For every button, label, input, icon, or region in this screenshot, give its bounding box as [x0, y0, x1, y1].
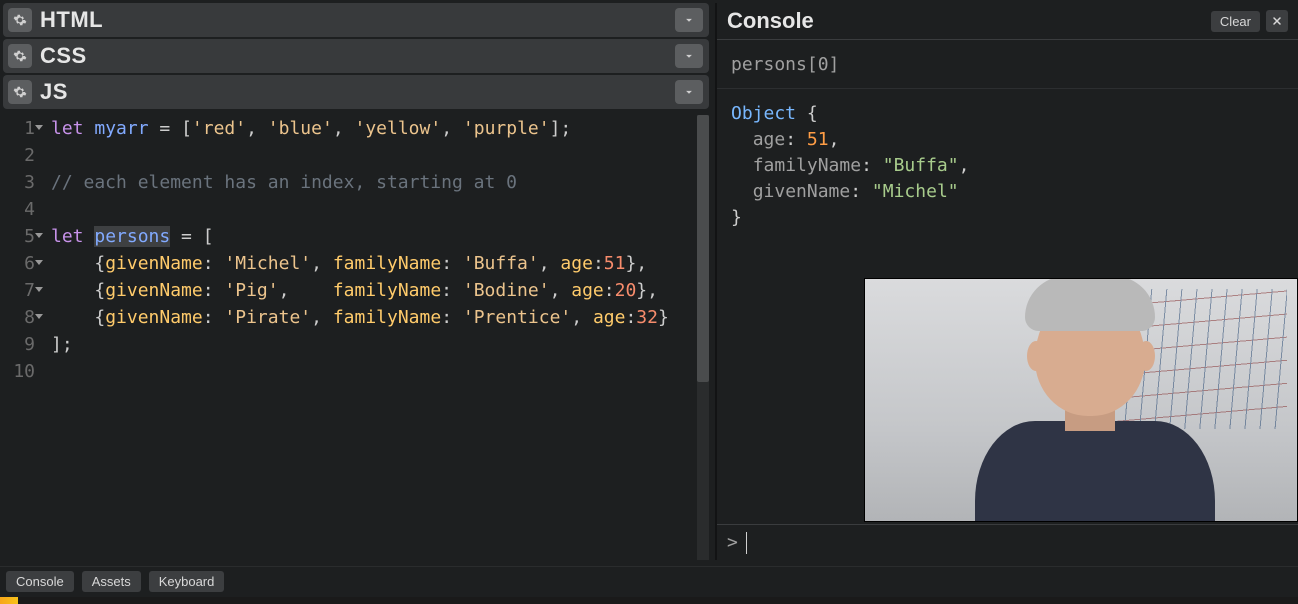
footer-bar: Console Assets Keyboard — [0, 566, 1298, 596]
close-icon — [1271, 15, 1283, 27]
chevron-down-icon[interactable] — [675, 80, 703, 104]
js-editor[interactable]: 1 2 3 4 5 6 7 8 9 10 let myarr = ['red',… — [3, 111, 709, 560]
editor-scrollbar[interactable] — [697, 115, 709, 560]
html-panel-header[interactable]: HTML — [3, 3, 709, 37]
webcam-overlay[interactable] — [864, 278, 1298, 522]
editor-column: HTML CSS JS 1 2 — [3, 3, 709, 560]
console-output: Object { age: 51, familyName: "Buffa", g… — [717, 89, 1298, 243]
js-panel-title: JS — [40, 79, 68, 105]
console-input[interactable]: > — [717, 524, 1298, 560]
js-panel-header[interactable]: JS — [3, 75, 709, 109]
console-title: Console — [727, 8, 1211, 34]
code-content[interactable]: let myarr = ['red', 'blue', 'yellow', 'p… — [41, 115, 697, 560]
footer-assets-button[interactable]: Assets — [82, 571, 141, 592]
prompt-caret: > — [727, 530, 738, 556]
html-panel-title: HTML — [40, 7, 103, 33]
video-progress[interactable] — [0, 597, 1298, 604]
gear-icon[interactable] — [8, 80, 32, 104]
console-command: persons[0] — [717, 40, 1298, 89]
close-button[interactable] — [1266, 10, 1288, 32]
gear-icon[interactable] — [8, 44, 32, 68]
chevron-down-icon[interactable] — [675, 44, 703, 68]
chevron-down-icon[interactable] — [675, 8, 703, 32]
text-cursor — [746, 532, 747, 554]
clear-button[interactable]: Clear — [1211, 11, 1260, 32]
scrollbar-thumb[interactable] — [697, 115, 709, 382]
console-header: Console Clear — [717, 3, 1298, 39]
footer-keyboard-button[interactable]: Keyboard — [149, 571, 225, 592]
person-figure — [955, 291, 1215, 522]
progress-bar — [0, 597, 18, 604]
css-panel-title: CSS — [40, 43, 87, 69]
css-panel-header[interactable]: CSS — [3, 39, 709, 73]
footer-console-button[interactable]: Console — [6, 571, 74, 592]
line-gutter: 1 2 3 4 5 6 7 8 9 10 — [3, 115, 41, 560]
gear-icon[interactable] — [8, 8, 32, 32]
